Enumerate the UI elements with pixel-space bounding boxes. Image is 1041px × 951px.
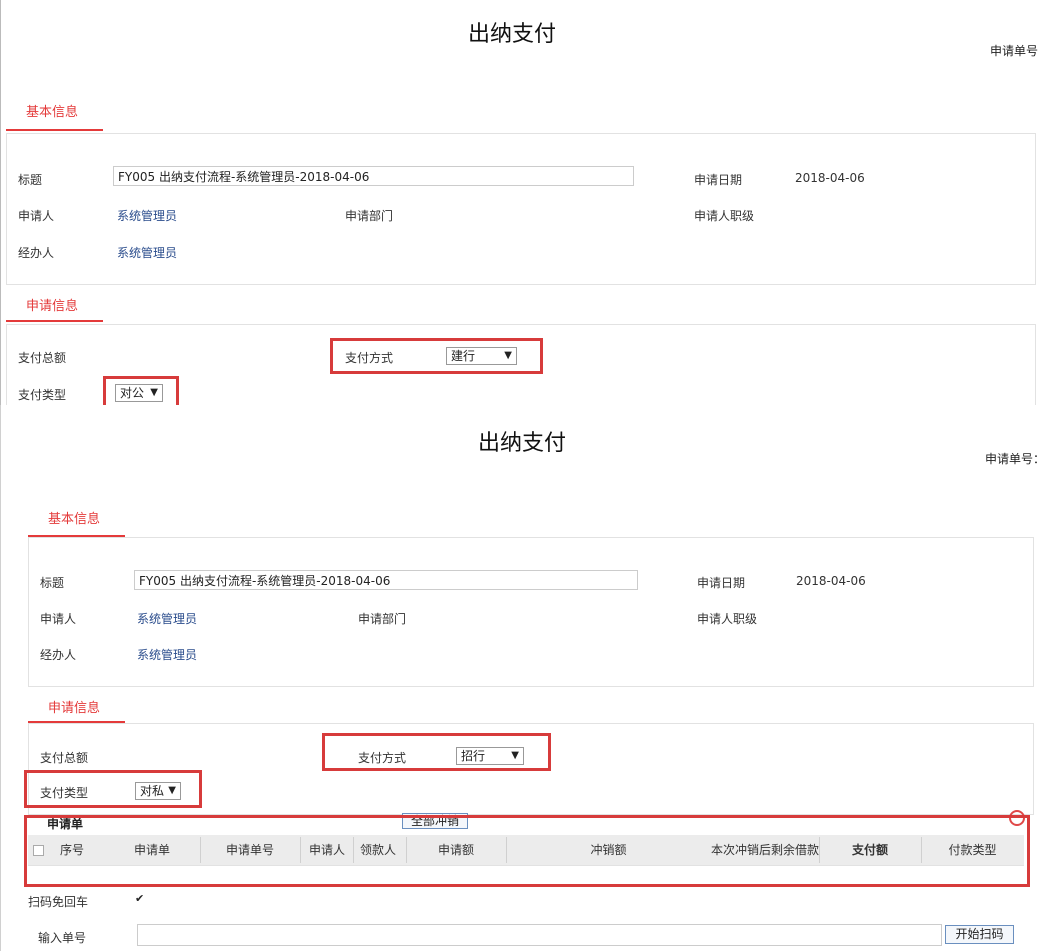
tab-active-underline [6, 129, 103, 131]
chevron-down-icon: ▼ [504, 350, 512, 361]
title-input[interactable]: FY005 出纳支付流程-系统管理员-2018-04-06 [113, 166, 634, 186]
date-label: 申请日期 [697, 576, 746, 590]
application-number-label: 申请单号： [985, 452, 1041, 466]
handler-label: 经办人 [40, 648, 77, 662]
department-label: 申请部门 [345, 209, 394, 223]
applicant-label: 申请人 [18, 209, 55, 223]
applicant-link[interactable]: 系统管理员 [117, 207, 177, 224]
screenshot-panel-1: 出纳支付 申请单号 基本信息 标题 FY005 出纳支付流程-系统管理员-201… [0, 0, 1041, 406]
screenshot-panel-2: 出纳支付 申请单号： 基本信息 标题 FY005 出纳支付流程-系统管理员-20… [0, 405, 1041, 951]
pay-type-label: 支付类型 [18, 388, 67, 402]
pay-type-select[interactable]: 对公 ▼ [115, 384, 163, 402]
pay-type-value: 对私 [140, 784, 165, 798]
pay-type-value: 对公 [120, 386, 145, 400]
highlight-box [24, 815, 1030, 887]
page-title: 出纳支付 [468, 22, 557, 47]
scan-no-return-label: 扫码免回车 [28, 895, 89, 909]
panel-border [0, 405, 1, 951]
pay-method-select[interactable]: 招行 ▼ [456, 747, 524, 765]
panel-border [0, 0, 1, 405]
title-label: 标题 [18, 173, 43, 187]
scan-input[interactable] [137, 924, 942, 946]
tab-request-info[interactable]: 申请信息 [26, 295, 78, 314]
scan-input-label: 输入单号 [38, 931, 87, 945]
pay-method-value: 招行 [461, 749, 486, 763]
chevron-down-icon: ▼ [168, 785, 176, 796]
pay-type-select[interactable]: 对私 ▼ [135, 782, 181, 800]
pay-total-label: 支付总额 [40, 751, 89, 765]
scan-no-return-checkbox[interactable]: ✔ [135, 893, 146, 904]
chevron-down-icon: ▼ [150, 387, 158, 398]
tab-active-underline [6, 320, 103, 322]
pay-method-select[interactable]: 建行 ▼ [446, 347, 517, 365]
handler-link[interactable]: 系统管理员 [137, 646, 197, 663]
title-input[interactable]: FY005 出纳支付流程-系统管理员-2018-04-06 [134, 570, 638, 590]
rank-label: 申请人职级 [694, 209, 755, 223]
tab-request-info[interactable]: 申请信息 [48, 697, 100, 716]
pay-type-label: 支付类型 [40, 786, 89, 800]
title-label: 标题 [40, 576, 65, 590]
tab-basic-info[interactable]: 基本信息 [48, 508, 100, 527]
page-title: 出纳支付 [478, 431, 567, 456]
rank-label: 申请人职级 [697, 612, 758, 626]
handler-label: 经办人 [18, 246, 55, 260]
start-scan-button[interactable]: 开始扫码 [945, 925, 1014, 944]
date-label: 申请日期 [694, 173, 743, 187]
pay-method-label: 支付方式 [345, 351, 394, 365]
pay-method-label: 支付方式 [358, 751, 407, 765]
tab-basic-info[interactable]: 基本信息 [26, 101, 78, 120]
date-value: 2018-04-06 [796, 574, 866, 588]
pay-total-label: 支付总额 [18, 351, 67, 365]
chevron-down-icon: ▼ [511, 750, 519, 761]
department-label: 申请部门 [358, 612, 407, 626]
date-value: 2018-04-06 [795, 171, 865, 185]
pay-method-value: 建行 [451, 349, 476, 363]
handler-link[interactable]: 系统管理员 [117, 244, 177, 261]
application-number-label: 申请单号 [990, 44, 1039, 58]
applicant-label: 申请人 [40, 612, 77, 626]
applicant-link[interactable]: 系统管理员 [137, 610, 197, 627]
